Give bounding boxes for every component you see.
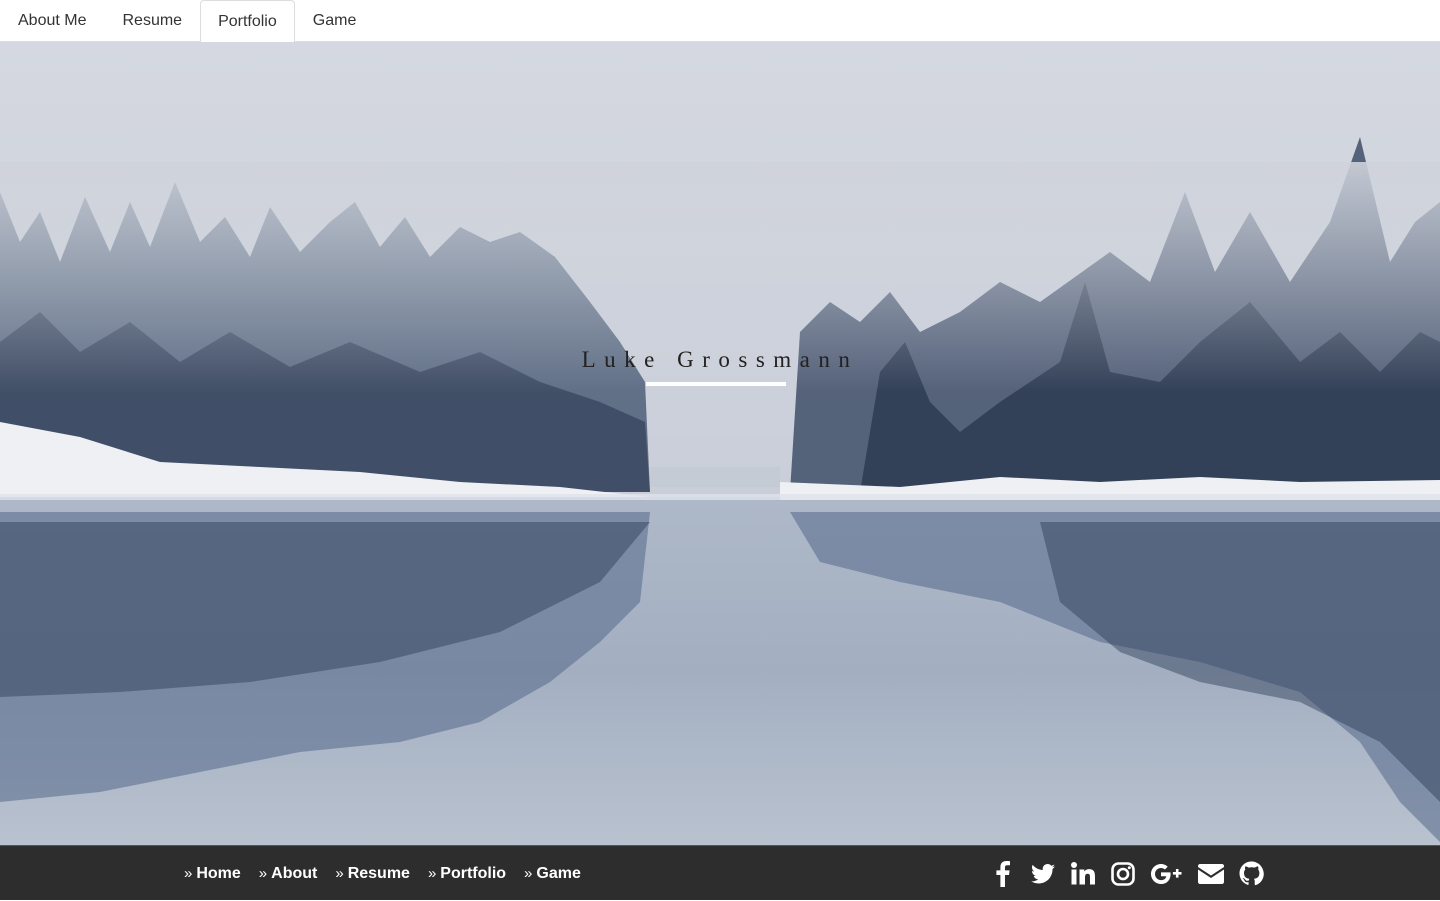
hero-divider — [646, 382, 786, 386]
footer-link-home[interactable]: » Home — [184, 865, 241, 883]
github-icon[interactable] — [1238, 861, 1264, 887]
footer-link-label: Portfolio — [440, 864, 507, 882]
tab-about-me[interactable]: About Me — [0, 0, 104, 41]
tab-label: Portfolio — [218, 12, 277, 30]
footer-link-game[interactable]: » Game — [524, 865, 581, 883]
footer-links: » Home » About » Resume » Portfolio » Game — [184, 846, 581, 901]
tab-portfolio[interactable]: Portfolio — [200, 0, 295, 42]
footer-link-label: Home — [196, 864, 241, 882]
footer-link-label: About — [271, 864, 318, 882]
double-chevron-right-icon: » — [427, 865, 437, 882]
footer: » Home » About » Resume » Portfolio » Game — [0, 845, 1440, 900]
tab-label: Game — [312, 12, 357, 29]
envelope-icon[interactable] — [1198, 861, 1224, 887]
nav-tabs: About Me Resume Portfolio Game — [0, 0, 1440, 42]
footer-link-label: Game — [536, 864, 581, 882]
twitter-icon[interactable] — [1030, 861, 1056, 887]
top-navigation: About Me Resume Portfolio Game — [0, 0, 1440, 42]
google-plus-icon[interactable] — [1150, 861, 1184, 887]
double-chevron-right-icon: » — [258, 865, 268, 882]
tab-resume[interactable]: Resume — [104, 0, 200, 41]
hero-background-image — [0, 42, 1440, 845]
tab-game[interactable]: Game — [295, 0, 375, 41]
linkedin-icon[interactable] — [1070, 861, 1096, 887]
footer-link-portfolio[interactable]: » Portfolio — [428, 865, 506, 883]
double-chevron-right-icon: » — [524, 865, 533, 882]
footer-link-resume[interactable]: » Resume — [335, 865, 410, 883]
double-chevron-right-icon: » — [184, 865, 193, 882]
facebook-icon[interactable] — [990, 860, 1016, 887]
hero-banner: Luke Grossmann — [0, 42, 1440, 845]
tab-label: About Me — [18, 12, 87, 29]
instagram-icon[interactable] — [1110, 861, 1136, 887]
social-links — [990, 846, 1264, 901]
footer-link-label: Resume — [347, 864, 410, 882]
double-chevron-right-icon: » — [335, 865, 344, 882]
hero-title: Luke Grossmann — [581, 347, 859, 372]
footer-link-about[interactable]: » About — [259, 865, 318, 883]
tab-label: Resume — [122, 12, 183, 29]
